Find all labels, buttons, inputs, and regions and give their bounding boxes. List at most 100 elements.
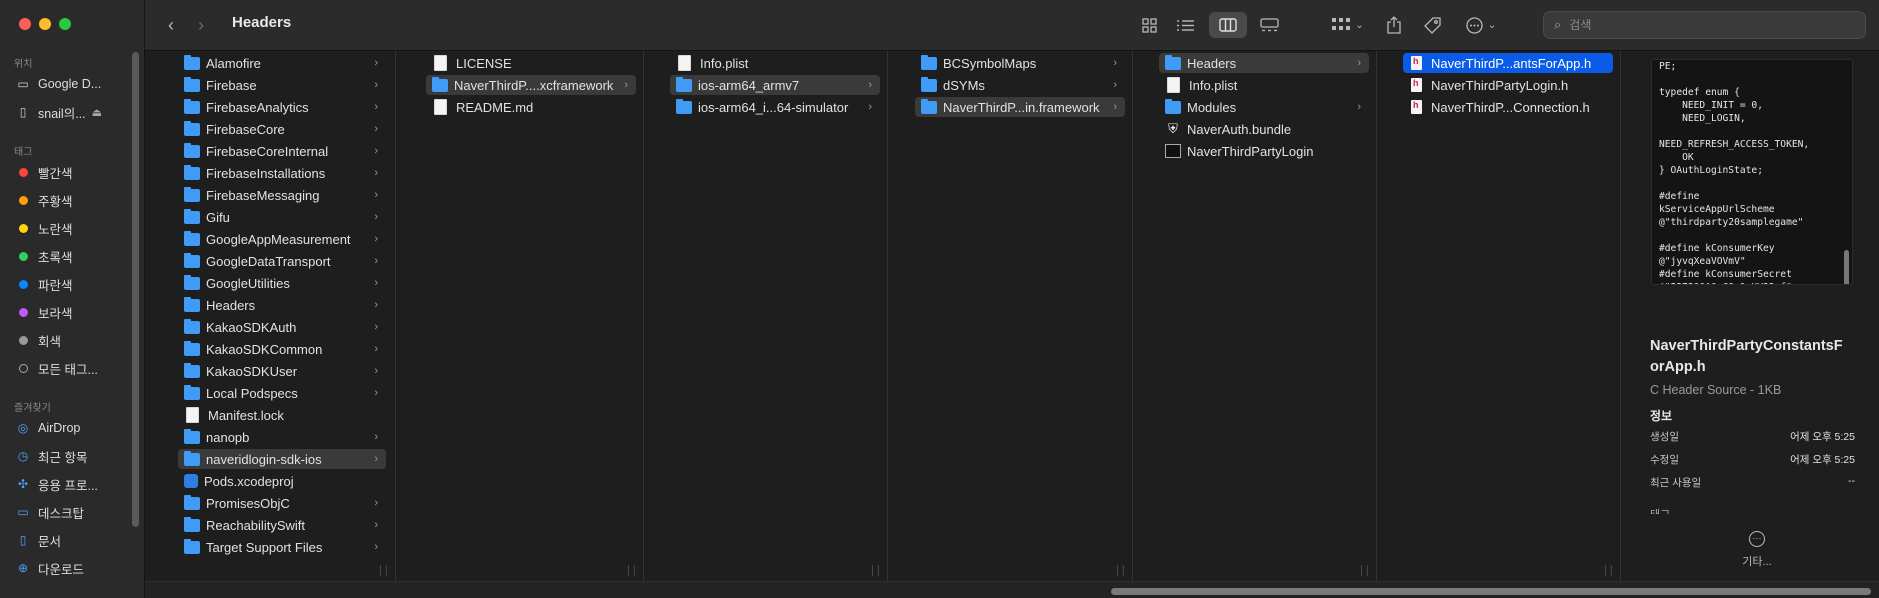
file-row[interactable]: LICENSE <box>426 53 636 73</box>
file-row[interactable]: GoogleAppMeasurement › <box>178 229 386 249</box>
file-row[interactable]: Local Podspecs › <box>178 383 386 403</box>
file-row[interactable]: BCSymbolMaps › <box>915 53 1125 73</box>
group-by-button[interactable]: ⌄ <box>1325 12 1371 38</box>
sidebar-item-recents[interactable]: ◷ 최근 항목 <box>14 445 132 467</box>
more-button[interactable]: ··· 기타... <box>1727 531 1787 569</box>
tag-button[interactable] <box>1420 12 1444 38</box>
file-row[interactable]: NaverThirdP...antsForApp.h <box>1403 53 1613 73</box>
folder-icon <box>184 516 200 532</box>
sidebar-tag-purple[interactable]: 보라색 <box>14 301 132 323</box>
file-row[interactable]: FirebaseInstallations › <box>178 163 386 183</box>
column-3[interactable]: ⏐⏐ Info.plist ios-arm64_armv7 › ios-arm64_i.… <box>662 51 888 581</box>
forward-button[interactable]: › <box>189 12 213 38</box>
search-field[interactable]: ⌕ <box>1543 11 1866 39</box>
file-name: Headers <box>1187 55 1237 71</box>
file-row[interactable]: Info.plist <box>1159 75 1369 95</box>
file-name: Modules <box>1187 99 1237 115</box>
file-row[interactable]: PromisesObjC › <box>178 493 386 513</box>
file-row[interactable]: Gifu › <box>178 207 386 227</box>
column-2[interactable]: ⏐⏐ LICENSE NaverThirdP....xcframework › READ… <box>418 51 644 581</box>
horizontal-scrollbar[interactable] <box>1111 588 1871 595</box>
column-resize-handle[interactable]: ⏐⏐ <box>626 566 637 577</box>
file-row[interactable]: FirebaseCore › <box>178 119 386 139</box>
column-resize-handle[interactable]: ⏐⏐ <box>378 566 389 577</box>
file-row[interactable]: ⛨ NaverAuth.bundle <box>1159 119 1369 139</box>
list-view-button[interactable] <box>1171 12 1199 38</box>
file-row[interactable]: Headers › <box>1159 53 1369 73</box>
column-resize-handle[interactable]: ⏐⏐ <box>870 566 881 577</box>
column-4[interactable]: ⏐⏐ BCSymbolMaps › dSYMs › NaverThirdP...in.fr… <box>907 51 1133 581</box>
more-actions-button[interactable]: ⌄ <box>1460 12 1502 38</box>
sidebar-tag-blue[interactable]: 파란색 <box>14 273 132 295</box>
file-name: Pods.xcodeproj <box>204 473 294 489</box>
sidebar-all-tags[interactable]: 모든 태그... <box>14 357 132 379</box>
sidebar-item-label: Google D... <box>38 77 102 91</box>
sidebar-item-downloads[interactable]: ⊕ 다운로드 <box>14 557 132 579</box>
file-row[interactable]: Headers › <box>178 295 386 315</box>
column-resize-handle[interactable]: ⏐⏐ <box>1359 566 1370 577</box>
eject-icon[interactable]: ⏏ <box>92 106 102 119</box>
sidebar-item-disk[interactable]: ▯ snail의... ⏏ <box>14 101 132 123</box>
file-row[interactable]: KakaoSDKCommon › <box>178 339 386 359</box>
file-row[interactable]: NaverThirdP....xcframework › <box>426 75 636 95</box>
file-row[interactable]: KakaoSDKUser › <box>178 361 386 381</box>
sidebar-scrollbar[interactable] <box>132 52 139 527</box>
code-scrollbar[interactable] <box>1844 250 1849 284</box>
minimize-window-button[interactable] <box>39 18 51 30</box>
column-resize-handle[interactable]: ⏐⏐ <box>1603 566 1614 577</box>
sidebar-tag-orange[interactable]: 주황색 <box>14 189 132 211</box>
column-view-button[interactable] <box>1209 12 1247 38</box>
icon-view-button[interactable] <box>1135 12 1163 38</box>
file-row[interactable]: GoogleUtilities › <box>178 273 386 293</box>
file-row[interactable]: dSYMs › <box>915 75 1125 95</box>
column-6[interactable]: ⏐⏐ NaverThirdP...antsForApp.h NaverThirdPa… <box>1395 51 1621 581</box>
file-row[interactable]: Info.plist <box>670 53 880 73</box>
file-name: NaverThirdPartyLogin <box>1187 143 1314 159</box>
sidebar-item-airdrop[interactable]: ◎ AirDrop <box>14 417 132 439</box>
chevron-right-icon: › <box>624 79 628 91</box>
file-row[interactable]: NaverThirdP...in.framework › <box>915 97 1125 117</box>
close-window-button[interactable] <box>19 18 31 30</box>
file-row[interactable]: Modules › <box>1159 97 1369 117</box>
code-preview[interactable]: PE; typedef enum { NEED_INIT = 0, NEED_L… <box>1651 59 1853 285</box>
file-row[interactable]: FirebaseAnalytics › <box>178 97 386 117</box>
column-resize-handle[interactable]: ⏐⏐ <box>1115 566 1126 577</box>
zoom-window-button[interactable] <box>59 18 71 30</box>
file-row[interactable]: Pods.xcodeproj <box>178 471 386 491</box>
file-row[interactable]: Alamofire › <box>178 53 386 73</box>
file-row[interactable]: NaverThirdPartyLogin <box>1159 141 1369 161</box>
sidebar-tag-gray[interactable]: 회색 <box>14 329 132 351</box>
file-row[interactable]: naveridlogin-sdk-ios › <box>178 449 386 469</box>
sidebar-item-label: 최근 항목 <box>38 450 88 465</box>
file-row[interactable]: Target Support Files › <box>178 537 386 557</box>
search-input[interactable] <box>1567 17 1852 33</box>
file-row[interactable]: ios-arm64_armv7 › <box>670 75 880 95</box>
sidebar-tag-red[interactable]: 빨간색 <box>14 161 132 183</box>
file-row[interactable]: ReachabilitySwift › <box>178 515 386 535</box>
file-row[interactable]: README.md <box>426 97 636 117</box>
file-row[interactable]: nanopb › <box>178 427 386 447</box>
file-row[interactable]: NaverThirdP...Connection.h <box>1403 97 1613 117</box>
file-row[interactable]: FirebaseMessaging › <box>178 185 386 205</box>
sidebar-item-documents[interactable]: ▯ 문서 <box>14 529 132 551</box>
file-row[interactable]: FirebaseCoreInternal › <box>178 141 386 161</box>
folder-icon <box>1165 98 1181 114</box>
header-file-icon <box>1411 56 1422 70</box>
sidebar-tag-yellow[interactable]: 노란색 <box>14 217 132 239</box>
file-name: FirebaseMessaging <box>206 187 320 203</box>
gallery-view-button[interactable] <box>1253 12 1285 38</box>
sidebar-item-desktop[interactable]: ▭ 데스크탑 <box>14 501 132 523</box>
file-row[interactable]: NaverThirdPartyLogin.h <box>1403 75 1613 95</box>
sidebar-tag-green[interactable]: 초록색 <box>14 245 132 267</box>
column-1[interactable]: ⏐⏐ Alamofire › Firebase › FirebaseAnalytics › F… <box>170 51 396 581</box>
sidebar-item-google-drive[interactable]: ▭ Google D... <box>14 73 132 95</box>
file-row[interactable]: KakaoSDKAuth › <box>178 317 386 337</box>
file-row[interactable]: Firebase › <box>178 75 386 95</box>
file-row[interactable]: ios-arm64_i...64-simulator › <box>670 97 880 117</box>
column-5[interactable]: ⏐⏐ Headers › Info.plist Modules › ⛨ NaverAuth.b… <box>1151 51 1377 581</box>
file-row[interactable]: Manifest.lock <box>178 405 386 425</box>
back-button[interactable]: ‹ <box>159 12 183 38</box>
share-button[interactable] <box>1382 12 1406 38</box>
file-row[interactable]: GoogleDataTransport › <box>178 251 386 271</box>
sidebar-item-applications[interactable]: ✣ 응용 프로... <box>14 473 132 495</box>
